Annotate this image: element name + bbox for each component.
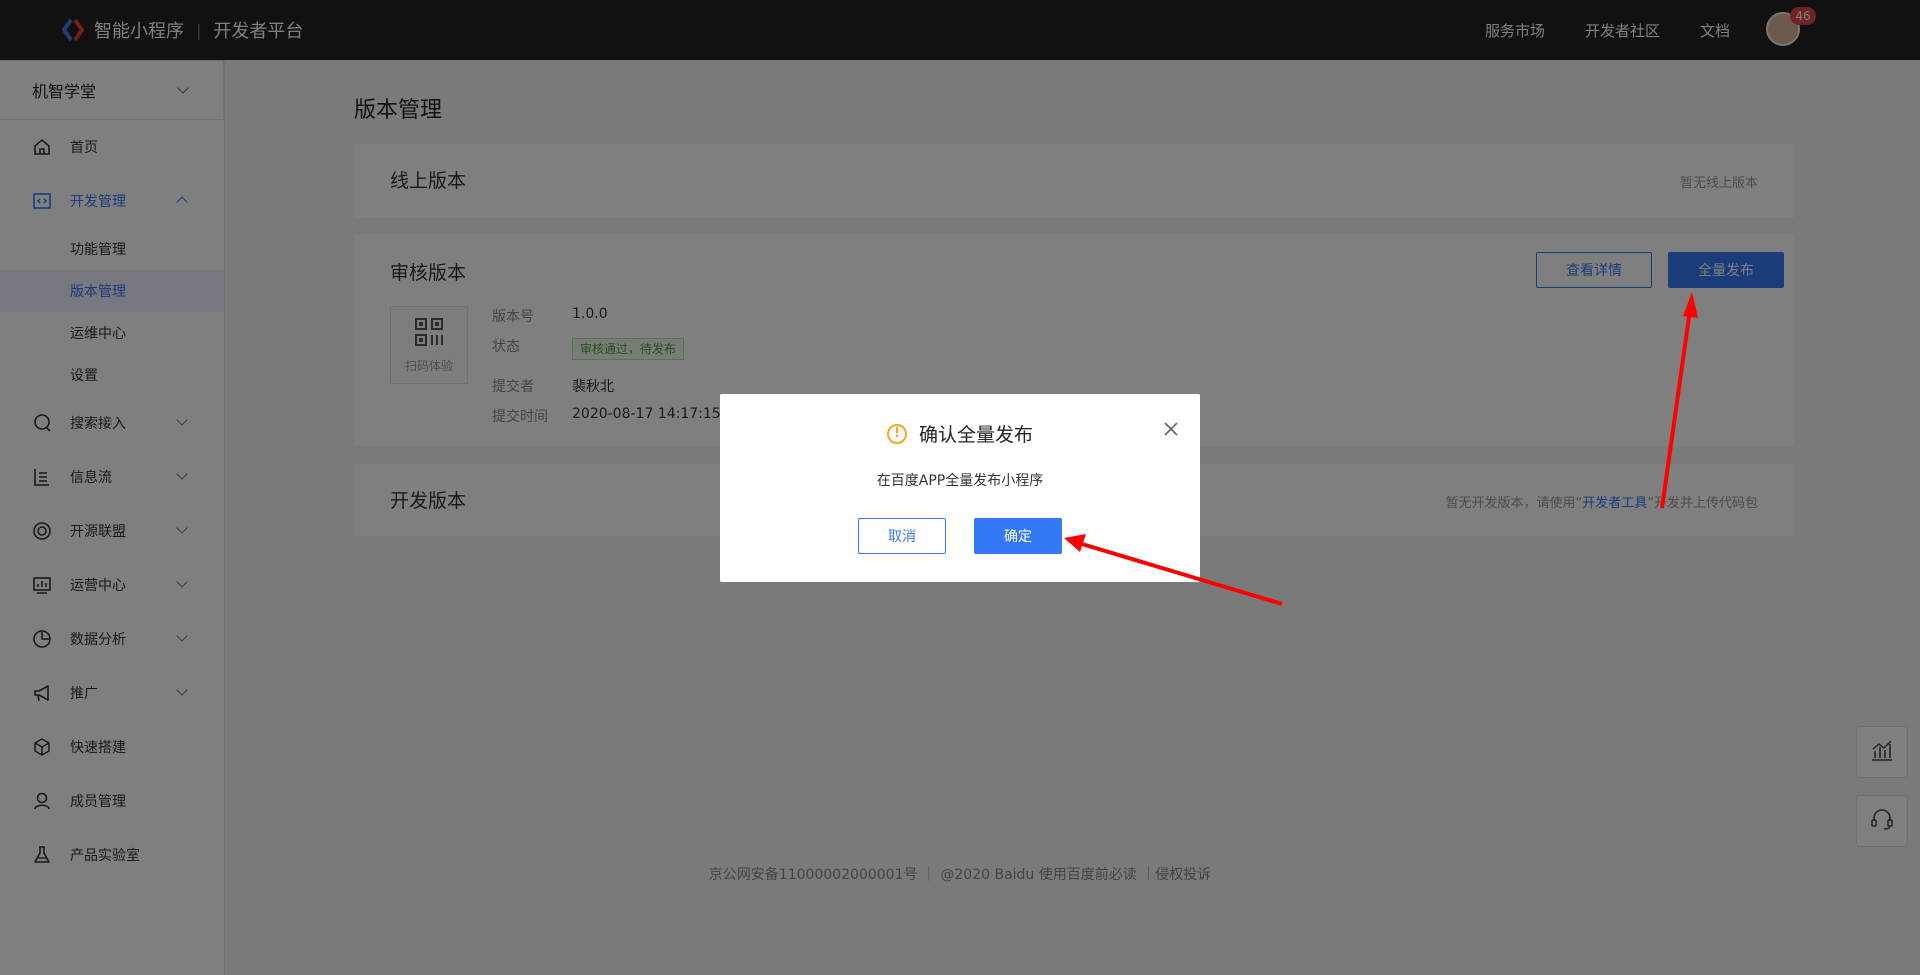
- close-icon[interactable]: [1162, 420, 1180, 438]
- confirm-publish-dialog: ! 确认全量发布 在百度APP全量发布小程序 取消 确定: [720, 394, 1200, 582]
- confirm-button[interactable]: 确定: [974, 518, 1062, 554]
- dialog-message: 在百度APP全量发布小程序: [876, 473, 1044, 489]
- dialog-title-text: 确认全量发布: [918, 424, 1033, 446]
- warning-icon: !: [886, 423, 907, 444]
- dialog-title: ! 确认全量发布: [720, 420, 1200, 447]
- cancel-button[interactable]: 取消: [858, 518, 946, 554]
